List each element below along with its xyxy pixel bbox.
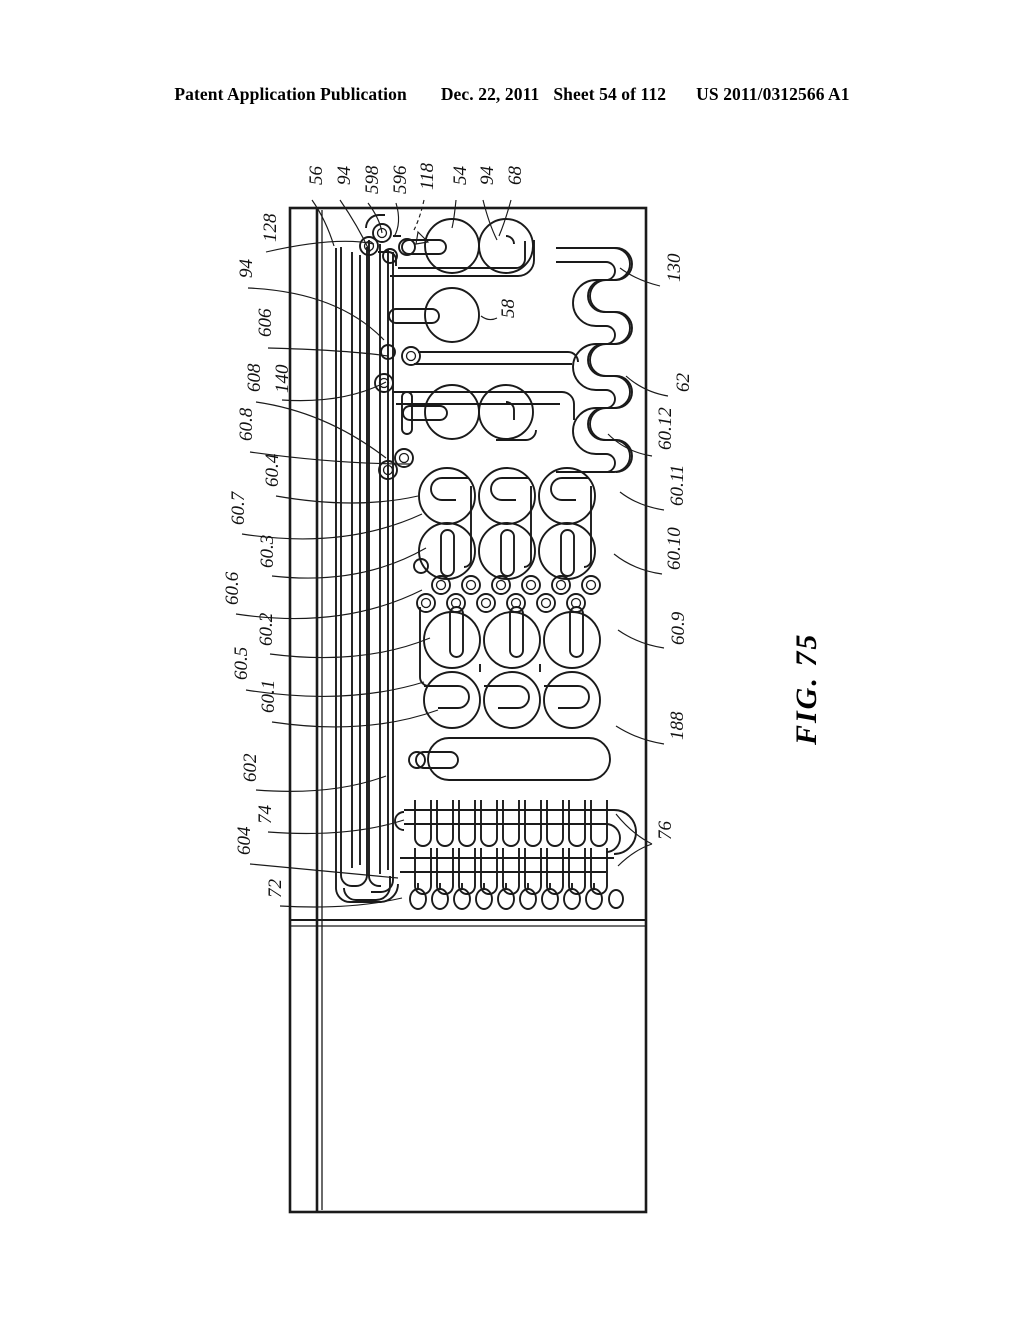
ref-numeral-left-inner-6: 74 — [255, 805, 276, 824]
figure-caption: FIG. 75 — [790, 632, 823, 745]
ref-numeral-left-inner-7: 72 — [265, 879, 286, 898]
ref-numeral-left-outer-6: 60.5 — [231, 646, 252, 680]
chamber — [424, 287, 480, 343]
ref-numeral-left-inner-2: 60.4 — [262, 453, 283, 487]
ref-numeral-top-5: 54 — [450, 166, 471, 185]
ref-numeral-left-outer-2: 608 — [244, 363, 265, 393]
array-chamber — [543, 671, 601, 729]
chamber — [424, 384, 480, 440]
ref-numeral-right-7: 76 — [655, 821, 676, 840]
ref-numeral-left-outer-4: 60.7 — [228, 491, 249, 525]
ref-numeral-left-inner-3: 60.3 — [257, 534, 278, 568]
ref-numeral-top-0: 56 — [306, 166, 327, 185]
serpentine-mixer — [556, 247, 631, 473]
heater-comb-upper — [394, 800, 614, 847]
array-chamber — [483, 671, 541, 729]
ref-numeral-left-inner-5: 60.1 — [258, 679, 279, 713]
leader-lines-right — [607, 267, 669, 867]
array-chamber — [423, 611, 481, 669]
device-outline — [288, 206, 648, 1214]
ref-numeral-left-inner-0: 128 — [260, 213, 281, 243]
ref-numeral-top-1: 94 — [334, 166, 355, 185]
ref-numeral-top-6: 94 — [477, 166, 498, 185]
ref-numeral-right-4: 60.10 — [664, 527, 685, 570]
ref-numeral-right-1: 62 — [673, 373, 694, 392]
chamber — [478, 384, 534, 440]
ref-numeral-inner-0: 58 — [498, 299, 519, 318]
ref-numeral-top-4: 118 — [417, 162, 438, 190]
ref-numeral-top-7: 68 — [505, 166, 526, 185]
array-chamber — [423, 671, 481, 729]
ref-numeral-left-outer-7: 602 — [240, 753, 261, 783]
ref-numeral-left-outer-1: 606 — [255, 308, 276, 338]
ref-numeral-right-6: 188 — [667, 711, 688, 741]
array-chamber — [543, 611, 601, 669]
microfluidic-device-drawing: .o { fill:none; stroke:#1a1a1a; stroke-w… — [235, 199, 669, 1214]
chamber-array — [413, 467, 601, 729]
port-row — [416, 575, 601, 613]
array-chamber — [483, 611, 541, 669]
array-chamber — [538, 522, 596, 580]
top-reagent-block — [359, 214, 633, 480]
ref-numeral-top-2: 598 — [362, 165, 383, 195]
ref-numeral-left-outer-0: 94 — [236, 259, 257, 278]
ref-numeral-left-outer-5: 60.6 — [222, 571, 243, 605]
ref-numeral-top-3: 596 — [390, 165, 411, 195]
array-chamber — [478, 467, 536, 525]
array-chamber — [538, 467, 596, 525]
ref-numeral-left-inner-1: 140 — [272, 364, 293, 394]
ref-numeral-left-inner-4: 60.2 — [256, 612, 277, 646]
ref-numeral-right-3: 60.11 — [667, 464, 688, 506]
reservoir — [427, 737, 611, 781]
ref-numeral-right-2: 60.12 — [655, 407, 676, 450]
heater-comb-lower — [400, 809, 637, 895]
array-chamber — [478, 522, 536, 580]
array-chamber — [418, 467, 476, 525]
ref-numeral-right-0: 130 — [664, 253, 685, 283]
ref-numeral-left-outer-3: 60.8 — [236, 407, 257, 441]
ref-numeral-right-5: 60.9 — [668, 611, 689, 645]
ref-numeral-left-outer-8: 604 — [234, 826, 255, 856]
patent-figure: .o { fill:none; stroke:#1a1a1a; stroke-w… — [0, 0, 1024, 1320]
inlet-channel-bundle — [335, 240, 394, 903]
